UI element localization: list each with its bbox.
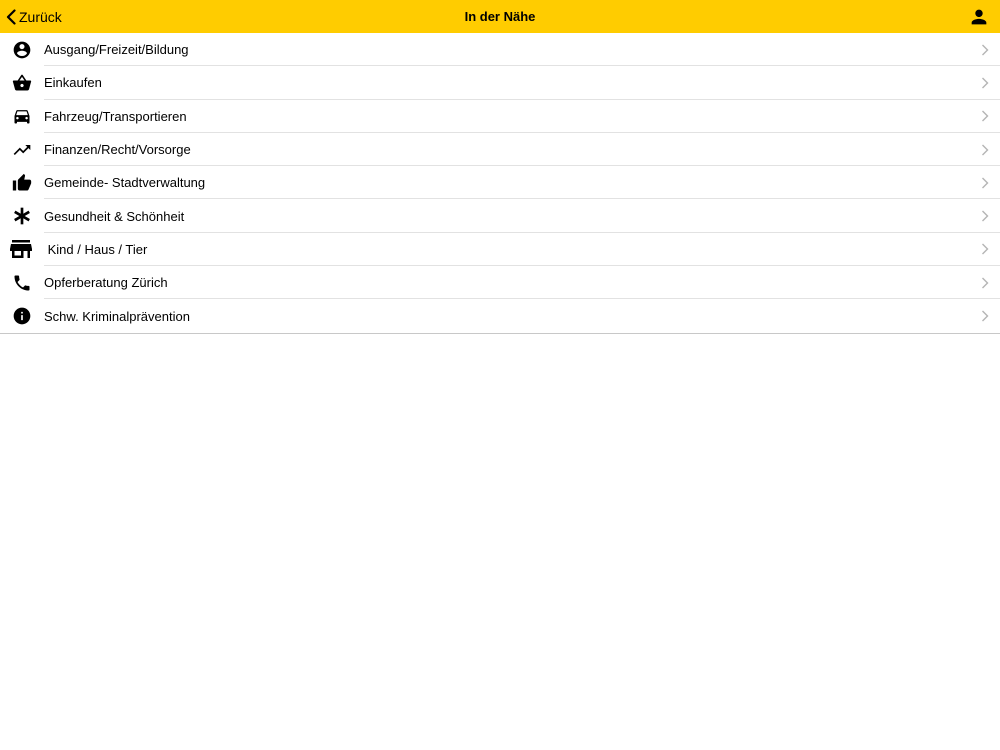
navbar: Zurück In der Nähe xyxy=(0,0,1000,33)
chevron-right-icon xyxy=(982,44,989,56)
list-item-opferberatung[interactable]: Opferberatung Zürich xyxy=(0,266,1000,300)
chevron-right-icon xyxy=(982,177,989,189)
info-icon xyxy=(12,306,32,326)
list-item-einkaufen[interactable]: Einkaufen xyxy=(0,66,1000,100)
thumbs-up-icon xyxy=(12,173,32,193)
back-label: Zurück xyxy=(19,8,62,25)
list-item-label: Gemeinde- Stadtverwaltung xyxy=(44,175,206,191)
page-title: In der Nähe xyxy=(464,9,536,24)
profile-button[interactable] xyxy=(968,6,990,28)
chevron-right-icon xyxy=(982,210,989,222)
chevron-right-icon xyxy=(982,77,989,89)
chevron-left-icon xyxy=(6,8,16,25)
list-item-kriminalpraevention[interactable]: Schw. Kriminalprävention xyxy=(0,299,1000,332)
list-item-label: Opferberatung Zürich xyxy=(44,275,168,291)
phone-icon xyxy=(12,273,32,293)
list-item-label: Gesundheit & Schönheit xyxy=(44,208,185,224)
chevron-right-icon xyxy=(982,243,989,255)
chevron-right-icon xyxy=(982,277,989,289)
list-item-label: Kind / Haus / Tier xyxy=(44,241,148,257)
chevron-right-icon xyxy=(982,110,989,122)
list-item-label: Finanzen/Recht/Vorsorge xyxy=(44,142,191,158)
list-item-label: Fahrzeug/Transportieren xyxy=(44,108,187,124)
chevron-right-icon xyxy=(982,144,989,156)
asterisk-icon xyxy=(12,206,32,226)
shopping-basket-icon xyxy=(12,73,32,93)
list-item-ausgang[interactable]: Ausgang/Freizeit/Bildung xyxy=(0,33,1000,67)
trending-up-icon xyxy=(12,140,32,160)
store-icon xyxy=(9,239,33,259)
list-item-label: Schw. Kriminalprävention xyxy=(44,308,190,324)
list-item-finanzen[interactable]: Finanzen/Recht/Vorsorge xyxy=(0,133,1000,167)
list-item-fahrzeug[interactable]: Fahrzeug/Transportieren xyxy=(0,100,1000,133)
list-item-label: Einkaufen xyxy=(44,75,102,91)
category-list: Ausgang/Freizeit/Bildung Einkaufen Fahrz… xyxy=(0,33,1000,334)
list-item-kind-haus-tier[interactable]: Kind / Haus / Tier xyxy=(0,233,1000,267)
account-circle-icon xyxy=(12,40,32,60)
list-item-label: Ausgang/Freizeit/Bildung xyxy=(44,42,189,58)
back-button[interactable]: Zurück xyxy=(6,0,62,33)
list-item-gesundheit[interactable]: Gesundheit & Schönheit xyxy=(0,199,1000,233)
list-item-gemeinde[interactable]: Gemeinde- Stadtverwaltung xyxy=(0,166,1000,200)
car-icon xyxy=(12,106,32,126)
chevron-right-icon xyxy=(982,310,989,322)
person-icon xyxy=(968,9,990,32)
